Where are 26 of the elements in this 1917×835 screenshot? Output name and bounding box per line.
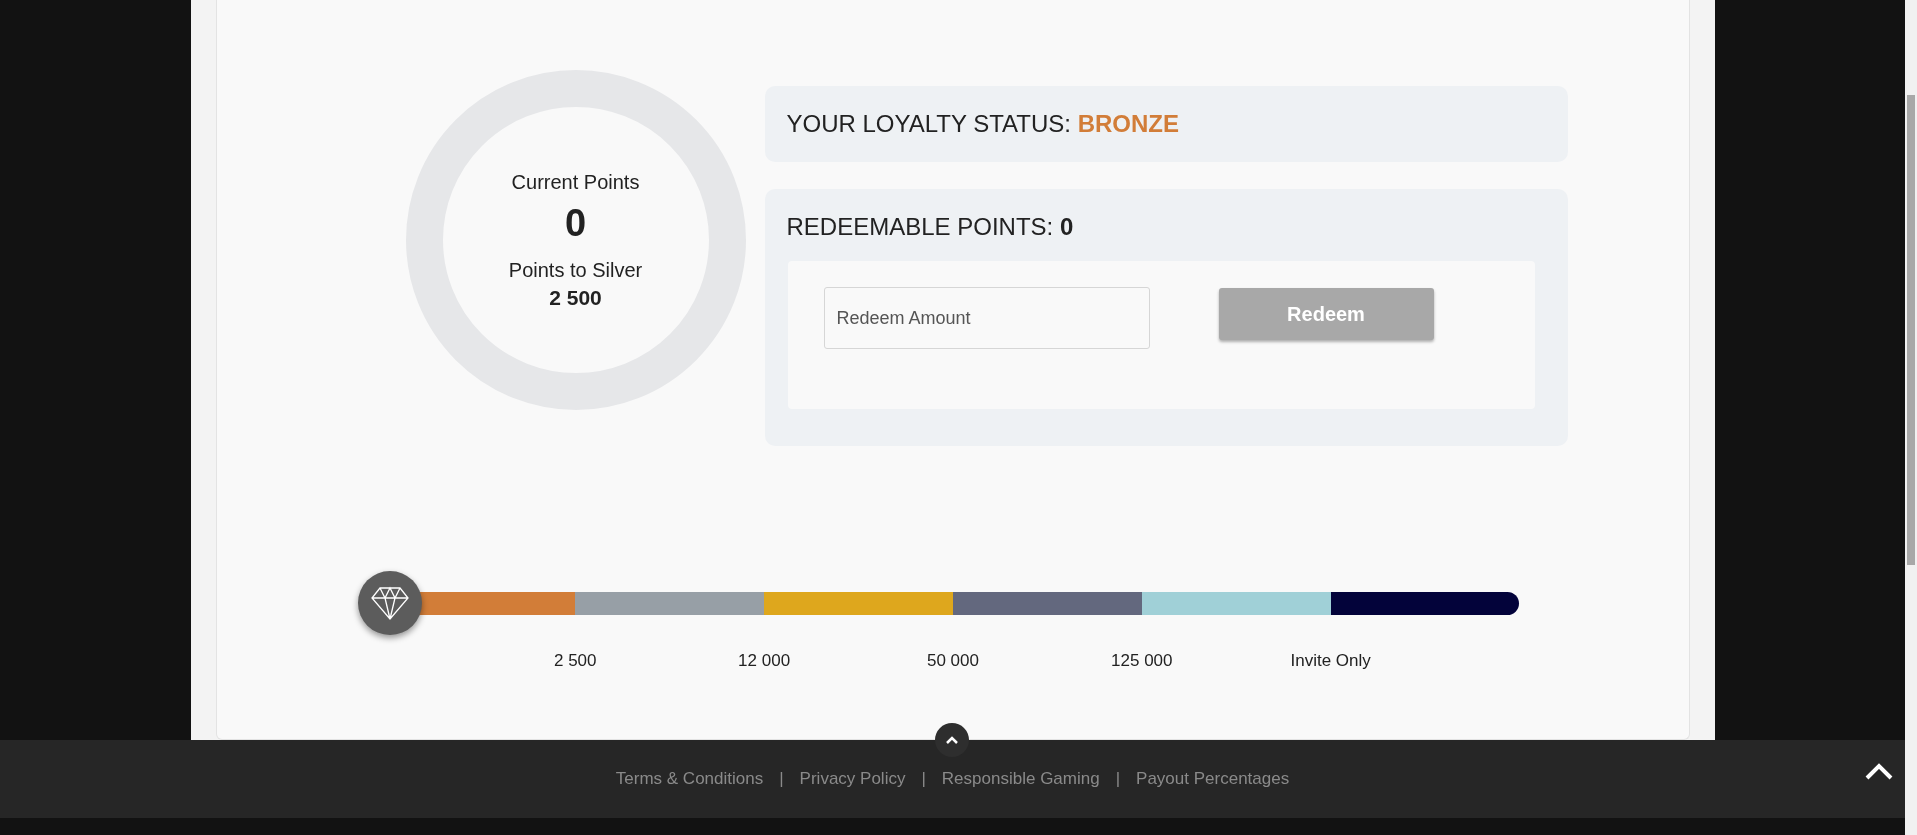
loyalty-status-value: BRONZE: [1077, 110, 1180, 137]
next-tier-label: Points to Silver: [508, 258, 643, 282]
chevron-up-icon: [945, 735, 959, 745]
footer-link[interactable]: Responsible Gaming: [941, 769, 1100, 789]
link-separator: |: [779, 769, 784, 789]
tier-threshold: 125 000: [1111, 651, 1173, 671]
scrollbar[interactable]: [1905, 0, 1917, 835]
tier-threshold: Invite Only: [1290, 651, 1371, 671]
footer-link[interactable]: Privacy Policy: [799, 769, 906, 789]
next-tier-value: 2 500: [549, 285, 602, 310]
redeem-amount-field[interactable]: Redeem Amount: [823, 287, 1150, 349]
redeemable-points-value: 0: [1059, 213, 1074, 240]
current-points-value: 0: [564, 201, 587, 245]
footer-link[interactable]: Terms & Conditions: [615, 769, 764, 789]
link-separator: |: [921, 769, 926, 789]
tier-threshold: 2 500: [554, 651, 597, 671]
footer-link[interactable]: Payout Percentages: [1136, 769, 1290, 789]
scroll-up-button[interactable]: [935, 723, 969, 757]
redeemable-points-label: REDEEMABLE POINTS:: [786, 213, 1055, 240]
diamond-icon: [369, 585, 410, 621]
current-points-label: Current Points: [511, 170, 640, 194]
chevron-up-icon: [1864, 763, 1894, 781]
loyalty-status-label: YOUR LOYALTY STATUS:: [786, 110, 1072, 137]
link-separator: |: [1115, 769, 1121, 789]
tier-threshold: 50 000: [926, 651, 979, 671]
tier-threshold: 12 000: [738, 651, 791, 671]
